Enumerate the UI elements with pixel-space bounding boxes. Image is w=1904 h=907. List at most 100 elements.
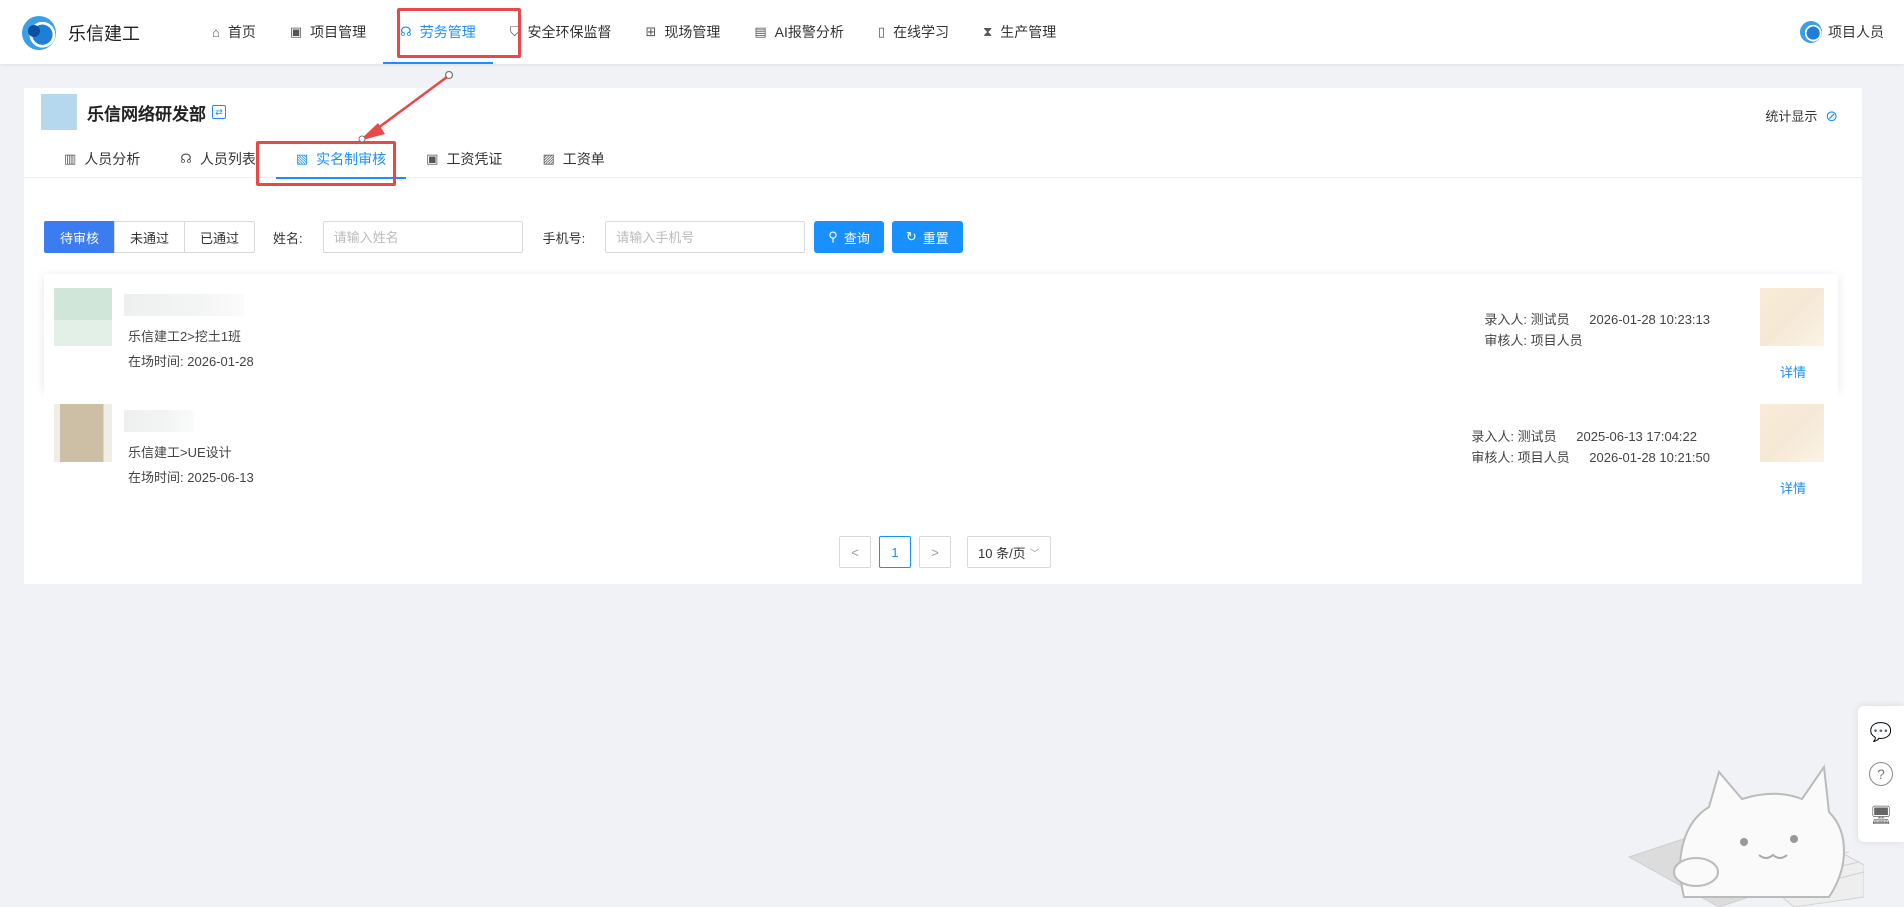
entered-by: 测试员	[1517, 429, 1557, 444]
stat-display-toggle[interactable]: 统计显示 ⊘	[1765, 106, 1838, 125]
page-size-select[interactable]: 10 条/页 ﹀	[967, 536, 1051, 568]
worker-team: 乐信建工2>挖土1班	[128, 329, 242, 344]
nav-item-label: 劳务管理	[419, 24, 476, 40]
nav-item-label: 现场管理	[664, 24, 721, 40]
id-card-image[interactable]	[1760, 288, 1824, 346]
reviewer-label: 审核人:	[1484, 333, 1528, 348]
tab-personnel-list[interactable]: ☊ 人员列表	[160, 140, 276, 178]
nav-item-home[interactable]: ⌂ 首页	[195, 0, 273, 64]
home-icon: ⌂	[212, 24, 220, 40]
main-card: 乐信网络研发部 ⇄ 统计显示 ⊘ ▥ 人员分析 ☊ 人员列表 ▧ 实名制审核 ▣…	[24, 88, 1862, 584]
search-button[interactable]: ⚲ 查询	[814, 221, 884, 253]
onsite-date: 2025-06-13	[187, 470, 254, 485]
floating-toolbar: 💬 ? 🖥	[1858, 706, 1904, 842]
onsite-time: 在场时间: 2025-06-13	[128, 467, 254, 486]
tab-label: 工资凭证	[446, 151, 503, 167]
tab-payslip[interactable]: ▨ 工资单	[522, 140, 624, 178]
next-page-button[interactable]: >	[919, 536, 951, 568]
nav-item-label: 首页	[227, 24, 256, 40]
chevron-down-icon: ﹀	[1029, 548, 1040, 560]
nav-item-learning[interactable]: ▯ 在线学习	[861, 0, 966, 64]
phone-input[interactable]	[605, 221, 806, 253]
reviewer-label: 审核人:	[1471, 450, 1515, 465]
nav-item-project[interactable]: ▣ 项目管理	[273, 0, 383, 64]
pagination: < 1 > 10 条/页 ﹀	[839, 536, 1051, 568]
onsite-label: 在场时间:	[128, 354, 184, 369]
worker-team: 乐信建工>UE设计	[128, 445, 232, 460]
avatar	[1800, 21, 1822, 43]
reset-button-label: 重置	[922, 230, 949, 246]
top-navigation: 乐信建工 ⌂ 首页 ▣ 项目管理 ☊ 劳务管理 ⛉ 安全环保监督 ⊞ 现场管理 …	[0, 0, 1904, 64]
status-approved-button[interactable]: 已通过	[184, 221, 256, 253]
worker-photo	[54, 288, 112, 346]
entered-by: 测试员	[1530, 312, 1570, 327]
switch-department-icon[interactable]: ⇄	[212, 105, 226, 119]
tab-personnel-analysis[interactable]: ▥ 人员分析	[44, 140, 160, 178]
monitor-icon[interactable]: 🖥	[1866, 801, 1896, 831]
voucher-icon: ▣	[426, 151, 439, 166]
filter-bar: 待审核 未通过 已通过 姓名: 手机号: ⚲ 查询 ↻ 重置	[44, 221, 963, 253]
nav-item-label: 安全环保监督	[527, 24, 612, 40]
list-item: 乐信建工>UE设计 在场时间: 2025-06-13 录入人: 测试员 2025…	[44, 390, 1838, 506]
detail-link[interactable]: 详情	[1780, 478, 1806, 497]
tab-wage-voucher[interactable]: ▣ 工资凭证	[406, 140, 522, 178]
cat-mascot	[1627, 764, 1864, 907]
detail-link[interactable]: 详情	[1780, 362, 1806, 381]
entered-at: 2025-06-13 17:04:22	[1576, 429, 1697, 444]
tab-label: 人员分析	[84, 151, 141, 167]
payslip-icon: ▨	[542, 151, 555, 166]
reviewer: 项目人员	[1530, 333, 1583, 348]
sub-tabs: ▥ 人员分析 ☊ 人员列表 ▧ 实名制审核 ▣ 工资凭证 ▨ 工资单	[24, 140, 1862, 179]
search-button-label: 查询	[843, 230, 870, 246]
name-input[interactable]	[322, 221, 523, 253]
main-menu: ⌂ 首页 ▣ 项目管理 ☊ 劳务管理 ⛉ 安全环保监督 ⊞ 现场管理 ▤ AI报…	[195, 0, 1073, 64]
eye-hidden-icon: ⊘	[1825, 107, 1838, 125]
nav-item-labor[interactable]: ☊ 劳务管理	[383, 0, 493, 64]
worker-photo	[54, 404, 112, 462]
reviewer: 项目人员	[1517, 450, 1570, 465]
id-card-image[interactable]	[1760, 404, 1824, 462]
page-size-value: 10 条/页	[978, 545, 1026, 561]
reviewed-at: 2026-01-28 10:21:50	[1589, 450, 1710, 465]
name-label: 姓名:	[273, 230, 303, 246]
bar-chart-icon: ▥	[64, 151, 77, 166]
tab-label: 人员列表	[199, 151, 256, 167]
wechat-icon[interactable]: 💬	[1866, 717, 1896, 747]
nav-item-label: 项目管理	[310, 24, 367, 40]
search-icon: ⚲	[828, 229, 838, 244]
site-icon: ⊞	[645, 24, 657, 39]
user-menu[interactable]: 项目人员	[1800, 0, 1884, 64]
shield-icon: ⛉	[509, 24, 520, 39]
entered-by-label: 录入人:	[1471, 429, 1515, 444]
nav-item-production[interactable]: ⧗ 生产管理	[966, 0, 1073, 64]
hourglass-icon: ⧗	[983, 24, 993, 39]
entered-at: 2026-01-28 10:23:13	[1589, 312, 1710, 327]
nav-item-ai-alarm[interactable]: ▤ AI报警分析	[737, 0, 861, 64]
nav-item-safety[interactable]: ⛉ 安全环保监督	[493, 0, 629, 64]
department-thumbnail	[41, 94, 77, 130]
help-icon[interactable]: ?	[1869, 761, 1893, 786]
entered-by-label: 录入人:	[1484, 312, 1528, 327]
nav-item-label: 在线学习	[893, 24, 950, 40]
nav-item-label: 生产管理	[1000, 24, 1057, 40]
labor-icon: ☊	[400, 24, 412, 39]
brand-name: 乐信建工	[68, 24, 140, 44]
prev-page-button[interactable]: <	[839, 536, 871, 568]
audit-icon: ▧	[295, 151, 309, 166]
status-rejected-button[interactable]: 未通过	[114, 221, 186, 253]
status-pending-button[interactable]: 待审核	[44, 221, 116, 253]
onsite-date: 2026-01-28	[187, 354, 254, 369]
department-name: 乐信网络研发部	[87, 104, 206, 124]
tab-realname-audit[interactable]: ▧ 实名制审核	[275, 140, 407, 179]
ai-alarm-icon: ▤	[754, 24, 767, 39]
worker-name-blurred	[124, 294, 244, 316]
book-icon: ▯	[877, 24, 886, 39]
brand-logo[interactable]: 乐信建工	[22, 16, 140, 50]
reset-button[interactable]: ↻ 重置	[891, 221, 963, 253]
record-meta: 录入人: 测试员 2026-01-28 10:23:13 审核人: 项目人员	[1484, 309, 1710, 351]
user-name: 项目人员	[1828, 24, 1884, 40]
nav-item-site[interactable]: ⊞ 现场管理	[628, 0, 737, 64]
people-icon: ☊	[180, 151, 192, 166]
record-meta: 录入人: 测试员 2025-06-13 17:04:22 审核人: 项目人员 2…	[1471, 426, 1710, 468]
page-1-button[interactable]: 1	[879, 536, 911, 568]
